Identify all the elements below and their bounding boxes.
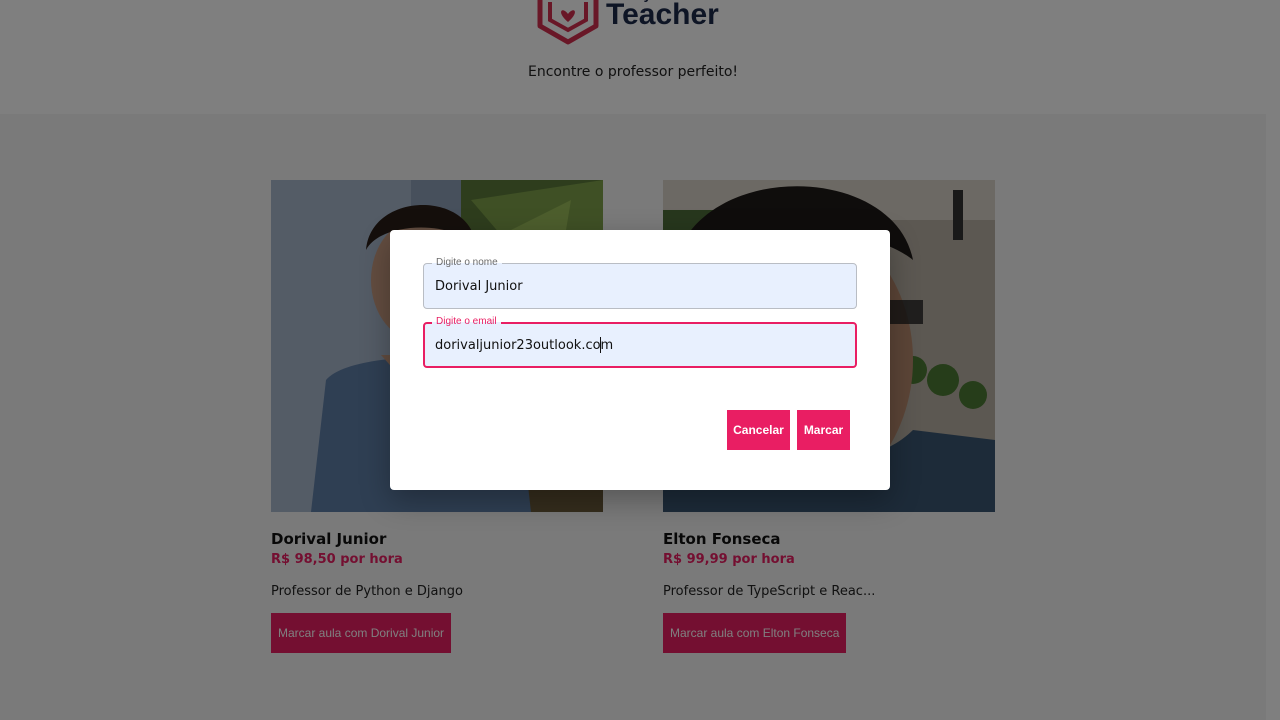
name-field[interactable]: Digite o nome bbox=[423, 256, 857, 309]
page: My Teacher Encontre o professor perfeito… bbox=[0, 0, 1280, 720]
cancel-button[interactable]: Cancelar bbox=[727, 410, 790, 450]
submit-button[interactable]: Marcar bbox=[797, 410, 850, 450]
text-cursor bbox=[600, 337, 601, 353]
booking-dialog: Digite o nome Digite o email Cancelar Ma… bbox=[390, 230, 890, 490]
name-input[interactable] bbox=[435, 264, 845, 308]
email-input[interactable] bbox=[435, 323, 845, 367]
email-field[interactable]: Digite o email bbox=[423, 315, 857, 368]
